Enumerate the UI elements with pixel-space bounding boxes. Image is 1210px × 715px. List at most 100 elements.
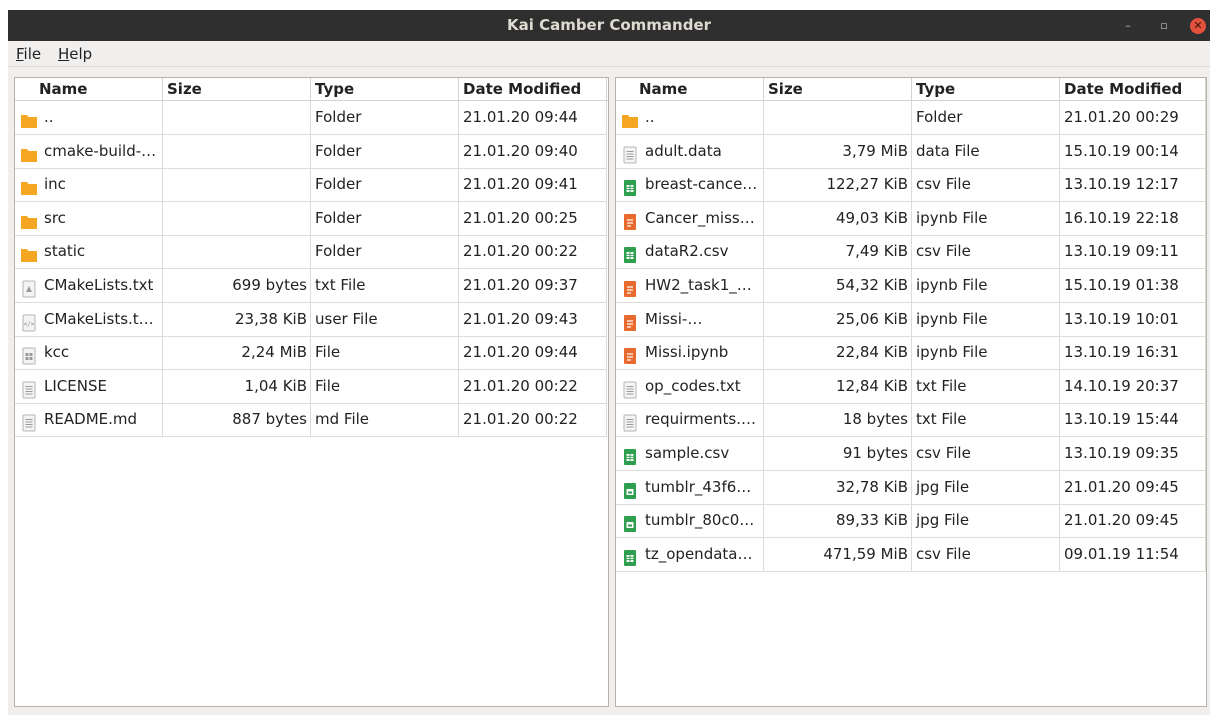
file-type-cell: jpg File	[912, 504, 1060, 539]
file-date-cell: 13.10.19 09:35	[1060, 437, 1206, 471]
file-row[interactable]: Missi.ipynb 22,84 KiB ipynb File 13.10.19 1…	[616, 336, 1206, 371]
file-date-cell: 21.01.20 00:22	[459, 369, 607, 404]
file-row[interactable]: kcc 2,24 MiB File 21.01.20 09:44	[15, 336, 608, 371]
file-name-cell: LICENSE	[15, 369, 163, 404]
file-type-cell: md File	[311, 403, 459, 438]
file-row[interactable]: tz_opendata… 471,59 MiB csv File 09.01.19 1…	[616, 537, 1206, 572]
file-row[interactable]: Missi-… 25,06 KiB ipynb File 13.10.19 10:01	[616, 302, 1206, 337]
right-file-panel[interactable]: Name Size Type Date Modified .. Folder 21.…	[615, 77, 1207, 707]
left-file-panel[interactable]: Name Size Type Date Modified .. Folder 21.…	[14, 77, 609, 707]
file-type-cell: Folder	[912, 101, 1060, 135]
file-name: tz_opendata…	[645, 544, 753, 563]
file-row[interactable]: sample.csv 91 bytes csv File 13.10.19 09:35	[616, 437, 1206, 471]
file-date-cell: 21.01.20 09:44	[459, 336, 607, 371]
file-name: op_codes.txt	[645, 376, 741, 395]
file-size-cell: 23,38 KiB	[163, 302, 311, 337]
file-size-cell: 2,24 MiB	[163, 336, 311, 371]
file-row[interactable]: src Folder 21.01.20 00:25	[15, 201, 608, 236]
notebook-icon	[621, 311, 639, 331]
file-date-cell: 13.10.19 12:17	[1060, 168, 1206, 203]
file-row[interactable]: op_codes.txt 12,84 KiB txt File 14.10.19 20…	[616, 369, 1206, 404]
file-name: HW2_task1_…	[645, 276, 752, 294]
column-header-name[interactable]: Name	[15, 78, 163, 101]
file-date-cell: 21.01.20 09:41	[459, 168, 607, 203]
column-header-row: Name Size Type Date Modified	[616, 78, 1206, 101]
menu-file-mnemonic: F	[16, 45, 24, 63]
file-row[interactable]: breast-cance… 122,27 KiB csv File 13.10.19 …	[616, 168, 1206, 203]
file-row[interactable]: .. Folder 21.01.20 00:29	[616, 101, 1206, 135]
file-row[interactable]: requirments.… 18 bytes txt File 13.10.19 15…	[616, 403, 1206, 438]
file-name-cell: Missi.ipynb	[616, 336, 764, 371]
file-size-cell	[163, 168, 311, 203]
title-bar[interactable]: Kai Camber Commander – ▫ ✕	[8, 10, 1210, 41]
maximize-button[interactable]: ▫	[1156, 18, 1172, 34]
file-row[interactable]: CMakeLists.txt 699 bytes txt File 21.01.20 …	[15, 269, 608, 303]
column-header-size[interactable]: Size	[163, 78, 311, 101]
file-date-cell: 13.10.19 15:44	[1060, 403, 1206, 438]
column-header-type[interactable]: Type	[912, 78, 1060, 101]
file-row[interactable]: </> CMakeLists.t… 23,38 KiB user File 21.01.…	[15, 302, 608, 337]
file-name-cell: dataR2.csv	[616, 235, 764, 270]
file-date-cell: 21.01.20 09:45	[1060, 470, 1206, 505]
file-date-cell: 21.01.20 00:25	[459, 201, 607, 236]
close-button[interactable]: ✕	[1190, 18, 1206, 34]
file-name: CMakeLists.t…	[44, 309, 154, 328]
file-row[interactable]: adult.data 3,79 MiB data File 15.10.19 00:1…	[616, 134, 1206, 169]
file-row[interactable]: cmake-build-… Folder 21.01.20 09:40	[15, 134, 608, 169]
file-name-cell: adult.data	[616, 134, 764, 169]
file-size-cell: 7,49 KiB	[764, 235, 912, 270]
image-file-icon	[621, 512, 639, 533]
text-file-icon	[20, 378, 38, 399]
column-header-size[interactable]: Size	[764, 78, 912, 101]
file-date-cell: 13.10.19 09:11	[1060, 235, 1206, 270]
folder-icon	[20, 109, 38, 128]
svg-text:</>: </>	[24, 321, 35, 328]
column-header-date[interactable]: Date Modified	[1060, 78, 1206, 101]
column-header-date[interactable]: Date Modified	[459, 78, 607, 101]
app-window: Kai Camber Commander – ▫ ✕ File Help Nam…	[8, 10, 1210, 715]
file-name: cmake-build-…	[44, 141, 157, 160]
file-size-cell: 699 bytes	[163, 269, 311, 303]
folder-icon	[20, 176, 38, 196]
file-row[interactable]: Cancer_miss… 49,03 KiB ipynb File 16.10.19 …	[616, 201, 1206, 236]
file-row[interactable]: inc Folder 21.01.20 09:41	[15, 168, 608, 203]
minimize-button[interactable]: –	[1120, 18, 1136, 34]
file-row[interactable]: README.md 887 bytes md File 21.01.20 00:22	[15, 403, 608, 438]
file-row[interactable]: static Folder 21.01.20 00:22	[15, 235, 608, 270]
column-header-name[interactable]: Name	[616, 78, 764, 101]
code-file-icon: </>	[20, 311, 38, 332]
menu-help[interactable]: Help	[58, 45, 92, 63]
file-date-cell: 13.10.19 16:31	[1060, 336, 1206, 371]
file-type-cell: txt File	[912, 403, 1060, 438]
file-name-cell: static	[15, 235, 163, 270]
file-name: breast-cance…	[645, 175, 758, 194]
file-name-cell: Missi-…	[616, 302, 764, 337]
file-name: ..	[44, 108, 54, 126]
file-name: static	[44, 242, 86, 261]
file-name-cell: HW2_task1_…	[616, 269, 764, 303]
file-name: Cancer_miss…	[645, 208, 755, 227]
file-row[interactable]: .. Folder 21.01.20 09:44	[15, 101, 608, 135]
file-row[interactable]: HW2_task1_… 54,32 KiB ipynb File 15.10.19 0…	[616, 269, 1206, 303]
file-type-cell: Folder	[311, 235, 459, 270]
file-size-cell: 1,04 KiB	[163, 369, 311, 404]
file-row[interactable]: LICENSE 1,04 KiB File 21.01.20 00:22	[15, 369, 608, 404]
file-row[interactable]: tumblr_80c0… 89,33 KiB jpg File 21.01.20 09…	[616, 504, 1206, 539]
file-name-cell: tumblr_43f6…	[616, 470, 764, 505]
menu-file[interactable]: File	[16, 45, 41, 63]
file-row[interactable]: dataR2.csv 7,49 KiB csv File 13.10.19 09:11	[616, 235, 1206, 270]
file-size-cell: 54,32 KiB	[764, 269, 912, 303]
column-header-type[interactable]: Type	[311, 78, 459, 101]
file-date-cell: 21.01.20 09:37	[459, 269, 607, 303]
notebook-icon	[621, 210, 639, 230]
file-type-cell: ipynb File	[912, 302, 1060, 337]
file-name-cell: src	[15, 201, 163, 236]
file-name: README.md	[44, 410, 138, 429]
file-size-cell	[163, 101, 311, 135]
file-row[interactable]: tumblr_43f6… 32,78 KiB jpg File 21.01.20 09…	[616, 470, 1206, 505]
file-size-cell	[163, 235, 311, 270]
binary-file-icon	[20, 344, 38, 365]
file-size-cell	[764, 101, 912, 135]
file-date-cell: 09.01.19 11:54	[1060, 537, 1206, 572]
script-file-icon	[20, 277, 38, 298]
